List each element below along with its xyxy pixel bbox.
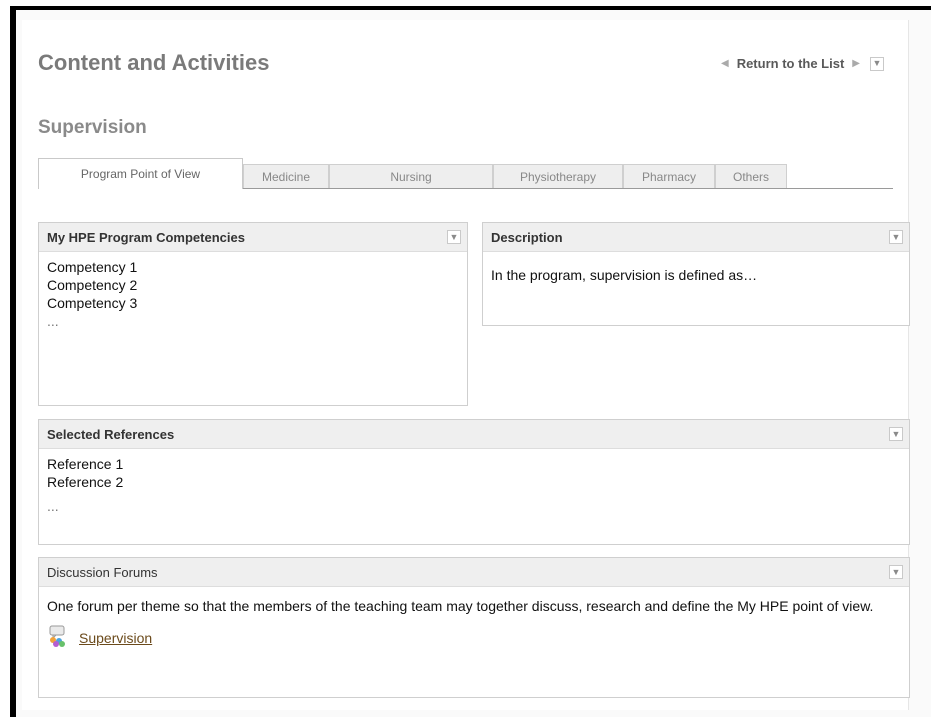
next-arrow-icon[interactable]: ▶ (852, 58, 860, 69)
supervision-forum-link[interactable]: Supervision (79, 629, 152, 647)
list-item: Reference 1 (47, 456, 124, 472)
tab-program-point-of-view[interactable]: Program Point of View (38, 158, 243, 189)
previous-arrow-icon[interactable]: ◀ (721, 58, 729, 69)
references-panel: Selected References ▼ Reference 1 Refere… (38, 419, 910, 545)
tab-medicine[interactable]: Medicine (243, 164, 329, 188)
forum-people-icon (47, 625, 69, 651)
tab-pharmacy[interactable]: Pharmacy (623, 164, 715, 188)
section-title: Supervision (38, 117, 147, 138)
chevron-down-icon[interactable]: ▼ (889, 427, 903, 441)
description-body: In the program, supervision is defined a… (483, 252, 909, 290)
list-item: Competency 3 (47, 295, 138, 311)
forums-text: One forum per theme so that the members … (47, 598, 874, 614)
chevron-down-icon[interactable]: ▼ (889, 565, 903, 579)
references-body: Reference 1 Reference 2 ... (39, 449, 909, 521)
forum-link-row: Supervision (47, 625, 901, 651)
chevron-down-icon[interactable]: ▼ (447, 230, 461, 244)
return-to-list-link[interactable]: Return to the List (737, 56, 845, 71)
forums-body: One forum per theme so that the members … (39, 587, 909, 657)
page-title: Content and Activities (38, 50, 270, 75)
tab-others[interactable]: Others (715, 164, 787, 188)
return-nav: ◀ Return to the List ▶ ▼ (721, 56, 884, 71)
list-item: Competency 1 (47, 259, 138, 275)
competencies-panel: My HPE Program Competencies ▼ Competency… (38, 222, 468, 406)
tab-physiotherapy[interactable]: Physiotherapy (493, 164, 623, 188)
tabs: Program Point of View Medicine Nursing P… (38, 158, 893, 189)
references-title: Selected References (47, 426, 175, 442)
chevron-down-icon[interactable]: ▼ (870, 56, 884, 71)
content-area: Content and Activities ◀ Return to the L… (22, 20, 910, 710)
competencies-header: My HPE Program Competencies ▼ (39, 223, 467, 252)
description-title: Description (491, 229, 563, 245)
forums-panel: Discussion Forums ▼ One forum per theme … (38, 557, 910, 698)
references-header: Selected References ▼ (39, 420, 909, 449)
forums-title: Discussion Forums (47, 564, 158, 580)
chevron-down-icon[interactable]: ▼ (889, 230, 903, 244)
description-text: In the program, supervision is defined a… (491, 267, 758, 283)
page: Content and Activities ◀ Return to the L… (16, 10, 931, 717)
list-item: Competency 2 (47, 277, 138, 293)
more-indicator: ... (47, 498, 59, 514)
tab-nursing[interactable]: Nursing (329, 164, 493, 188)
description-header: Description ▼ (483, 223, 909, 252)
forums-header: Discussion Forums ▼ (39, 558, 909, 587)
description-panel: Description ▼ In the program, supervisio… (482, 222, 910, 326)
competencies-title: My HPE Program Competencies (47, 229, 245, 245)
list-item: Reference 2 (47, 474, 124, 490)
more-indicator: ... (47, 313, 59, 329)
competencies-body: Competency 1 Competency 2 Competency 3 .… (39, 252, 467, 336)
